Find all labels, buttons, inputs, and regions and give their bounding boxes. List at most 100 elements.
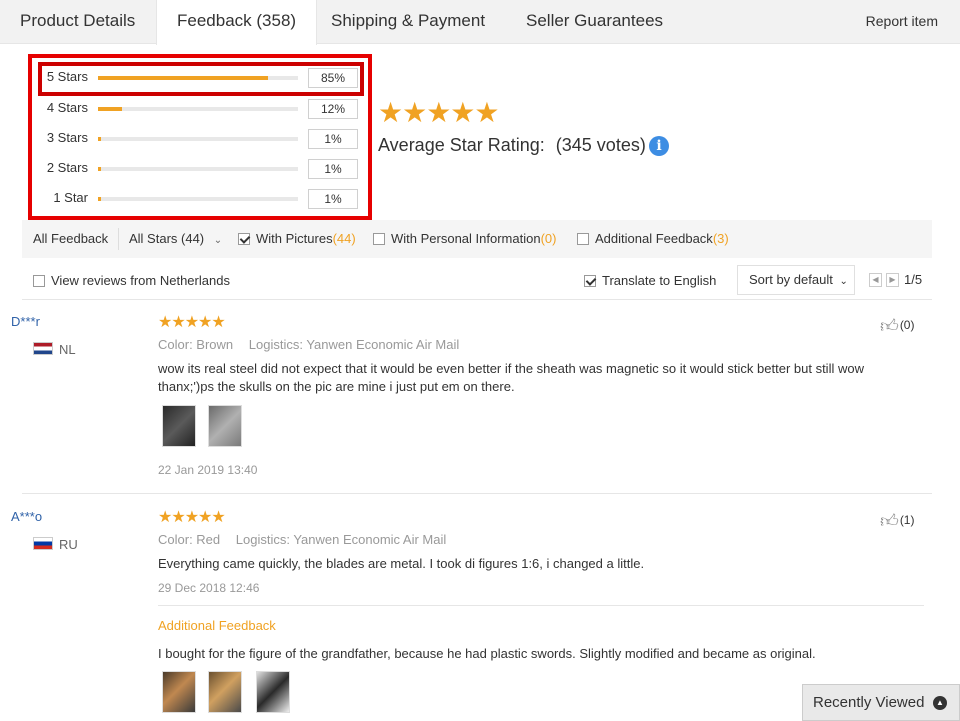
view-from-label: View reviews from Netherlands [51,273,230,288]
tab-product-details[interactable]: Product Details [0,0,155,44]
review-photo[interactable] [208,405,242,447]
with-pictures-label: With Pictures [256,231,333,246]
helpful-count: (0) [899,318,915,332]
rating-row-3[interactable]: 3 Stars 1% [44,129,364,149]
rating-row-label: 3 Stars [46,130,88,145]
rating-row-5[interactable]: 5 Stars 85% [44,68,364,88]
tab-bar: Product Details Feedback (358) Shipping … [0,0,960,45]
view-from-country-filter[interactable]: View reviews from Netherlands [33,273,230,288]
review-logistics: Logistics: Yanwen Economic Air Mail [235,532,447,547]
review-date: 29 Dec 2018 12:46 [158,581,260,595]
review-text: Everything came quickly, the blades are … [158,556,645,571]
review-photo[interactable] [256,671,290,713]
reviewer-country: RU [59,537,78,552]
additional-label: Additional Feedback [595,231,713,246]
additional-feedback-text: I bought for the figure of the grandfath… [158,646,816,661]
recently-viewed-label: Recently Viewed [813,694,925,711]
review-date: 22 Jan 2019 13:40 [158,463,258,477]
rating-row-label: 4 Stars [46,100,88,115]
rating-row-2[interactable]: 2 Stars 1% [44,159,364,179]
review-stars: ★★★★★ [158,509,226,526]
average-rating-text: Average Star Rating: (345 votes) [378,135,646,156]
checkbox-icon[interactable] [577,233,589,245]
additional-divider [158,605,924,606]
review-stars: ★★★★★ [158,314,226,331]
rating-row-label: 1 Star [53,190,88,205]
helpful-button[interactable]: 👍︎(0) [880,315,914,337]
rating-bar-fill [98,167,101,171]
additional-feedback-label: Additional Feedback [158,618,276,633]
additional-count: (3) [712,231,729,246]
review-logistics: Logistics: Yanwen Economic Air Mail [248,337,460,352]
with-personal-info-filter[interactable]: With Personal Information(0) [373,231,556,246]
reviewer-name[interactable]: D***r [11,314,40,329]
review-color: Color: Brown [158,337,234,352]
sort-label: Sort by default [749,272,833,287]
rating-bar [98,107,298,111]
translate-toggle[interactable]: Translate to English [584,273,716,288]
rating-percent: 1% [308,189,358,209]
review-photo[interactable] [208,671,242,713]
filter-all-feedback[interactable]: All Feedback [33,231,108,246]
with-pictures-filter[interactable]: With Pictures(44) [238,231,356,246]
with-personal-count: (0) [540,231,557,246]
rating-bar [98,167,298,171]
checkbox-icon[interactable] [584,275,596,287]
tab-seller-guarantees[interactable]: Seller Guarantees [506,0,683,44]
helpful-count: (1) [899,513,915,527]
info-icon[interactable]: i [649,136,669,156]
page-indicator: 1/5 [904,272,923,287]
chevron-down-icon: ⌄ [839,276,848,287]
sort-dropdown[interactable]: Sort by default ⌄ [737,265,855,295]
review-color: Color: Red [158,532,221,547]
rating-bar [98,76,298,80]
tab-shipping-payment[interactable]: Shipping & Payment [311,0,505,44]
rating-bar-fill [98,107,122,111]
rating-percent: 12% [308,99,358,119]
all-stars-label: All Stars (44) [129,231,205,246]
with-pictures-count: (44) [332,231,356,246]
rating-bar-fill [98,76,268,80]
rating-bar [98,197,298,201]
review-photo[interactable] [162,671,196,713]
chevron-up-icon[interactable]: ▲ [933,696,947,710]
prev-page-icon[interactable]: ◀ [869,273,882,287]
next-page-icon[interactable]: ▶ [886,273,899,287]
chevron-down-icon: ⌄ [213,235,223,246]
with-personal-label: With Personal Information [391,231,541,246]
rating-percent: 1% [308,159,358,179]
checkbox-icon[interactable] [238,233,250,245]
review-photo[interactable] [162,405,196,447]
average-stars: ★★★★★ [378,97,500,128]
review-options-bar: View reviews from Netherlands Translate … [22,262,932,300]
reviewer-name[interactable]: A***o [11,509,42,524]
rating-percent: 85% [308,68,358,88]
review-text: wow its real steel did not expect that i… [158,361,864,394]
tab-feedback[interactable]: Feedback (358) [156,0,318,45]
review-meta: Color: Red Logistics: Yanwen Economic Ai… [158,532,446,547]
rating-row-label: 2 Stars [46,160,88,175]
checkbox-icon[interactable] [33,275,45,287]
thumbs-up-icon: 👍︎ [880,316,899,336]
russia-flag-icon [33,537,53,550]
average-rating-label: Average Star Rating: [378,135,545,155]
all-stars-dropdown[interactable]: All Stars (44) ⌄ [129,231,222,246]
helpful-button[interactable]: 👍︎(1) [880,510,914,532]
rating-bar [98,137,298,141]
recently-viewed-panel[interactable]: Recently Viewed ▲ [802,684,960,721]
vote-count: (345 votes) [555,135,646,155]
rating-bar-fill [98,197,101,201]
checkbox-icon[interactable] [373,233,385,245]
translate-label: Translate to English [602,273,717,288]
rating-percent: 1% [308,129,358,149]
additional-feedback-filter[interactable]: Additional Feedback(3) [577,231,729,246]
report-item-link[interactable]: Report item [866,0,938,42]
review-divider [22,493,932,494]
rating-row-4[interactable]: 4 Stars 12% [44,99,364,119]
rating-row-1[interactable]: 1 Star 1% [44,189,364,209]
review-meta: Color: Brown Logistics: Yanwen Economic … [158,337,459,352]
filter-divider [118,228,119,250]
thumbs-up-icon: 👍︎ [880,511,899,531]
rating-bar-fill [98,137,101,141]
reviewer-country: NL [59,342,76,357]
